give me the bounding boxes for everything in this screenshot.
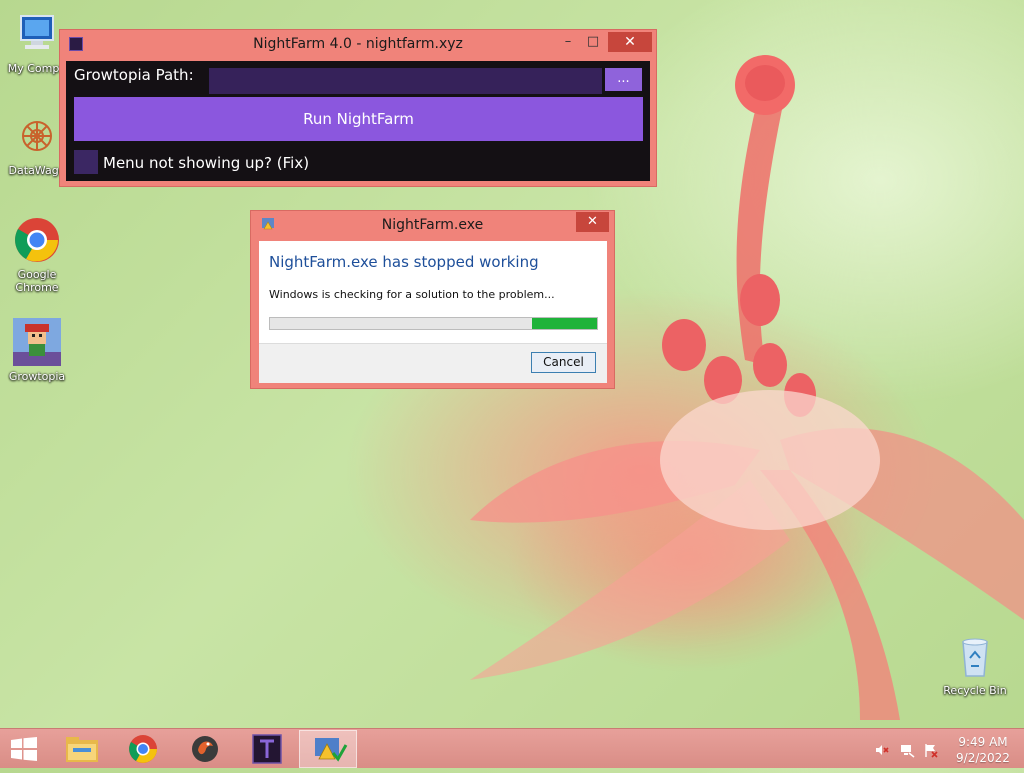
error-dialog: NightFarm.exe ✕ NightFarm.exe has stoppe…: [250, 210, 615, 389]
taskbar-error-reporting[interactable]: [299, 730, 357, 768]
chrome-icon: [129, 735, 157, 763]
cancel-button[interactable]: Cancel: [531, 352, 596, 373]
datawagon-icon: [13, 112, 61, 160]
run-nightfarm-button[interactable]: Run NightFarm: [74, 97, 643, 141]
growtopia-icon: [13, 318, 61, 366]
nightfarm-titlebar[interactable]: NightFarm 4.0 - nightfarm.xyz – □ ✕: [60, 30, 656, 58]
computer-icon: [13, 10, 61, 58]
desktop-icon-google-chrome[interactable]: Google Chrome: [0, 216, 74, 294]
error-close-button[interactable]: ✕: [576, 212, 609, 232]
error-dialog-title: NightFarm.exe: [381, 217, 484, 233]
solution-progress-bar: [269, 317, 598, 330]
taskbar: 9:49 AM 9/2/2022: [0, 728, 1024, 768]
action-center-flag-icon[interactable]: [923, 742, 939, 758]
minimize-button[interactable]: –: [558, 32, 578, 52]
taskbar-file-explorer[interactable]: [53, 730, 111, 768]
nightfarm-content: Growtopia Path: ... Run NightFarm Menu n…: [66, 61, 650, 181]
growtopia-path-label: Growtopia Path:: [74, 66, 194, 84]
browse-button[interactable]: ...: [605, 68, 642, 91]
clock-date: 9/2/2022: [956, 751, 1010, 765]
start-button[interactable]: [10, 737, 38, 761]
error-heading: NightFarm.exe has stopped working: [269, 253, 539, 271]
folder-icon: [66, 737, 98, 762]
error-dialog-titlebar[interactable]: NightFarm.exe ✕: [251, 211, 614, 239]
nightfarm-window: NightFarm 4.0 - nightfarm.xyz – □ ✕ Grow…: [59, 29, 657, 187]
nightfarm-app-icon: [252, 734, 282, 764]
desktop-icon-recycle-bin[interactable]: Recycle Bin: [938, 632, 1012, 697]
menu-fix-checkbox[interactable]: [74, 150, 98, 174]
chrome-icon: [13, 216, 61, 264]
clock-time: 9:49 AM: [958, 735, 1008, 749]
volume-muted-icon[interactable]: [874, 742, 890, 758]
maximize-button[interactable]: □: [583, 32, 603, 52]
windows-logo-icon: [11, 737, 37, 761]
growtopia-path-input[interactable]: [209, 68, 602, 94]
error-report-icon: [315, 738, 348, 762]
recycle-bin-icon: [951, 632, 999, 680]
desktop-icon-growtopia[interactable]: Growtopia: [0, 318, 74, 383]
desktop-icon-label: Google Chrome: [15, 268, 59, 294]
taskbar-chrome[interactable]: [114, 730, 172, 768]
system-clock[interactable]: 9:49 AM 9/2/2022: [948, 734, 1018, 766]
progress-indicator: [531, 318, 597, 329]
network-icon[interactable]: [899, 742, 915, 758]
taskbar-app-bird[interactable]: [176, 730, 234, 768]
desktop-icon-label: Growtopia: [8, 370, 66, 383]
taskbar-nightfarm[interactable]: [238, 730, 296, 768]
error-dialog-footer: Cancel: [259, 343, 607, 383]
error-dialog-content: NightFarm.exe has stopped working Window…: [259, 241, 607, 383]
bird-app-icon: [192, 736, 218, 762]
menu-fix-label[interactable]: Menu not showing up? (Fix): [103, 154, 309, 172]
error-message: Windows is checking for a solution to th…: [269, 288, 555, 301]
close-button[interactable]: ✕: [608, 32, 652, 52]
desktop-icon-label: Recycle Bin: [943, 684, 1007, 697]
